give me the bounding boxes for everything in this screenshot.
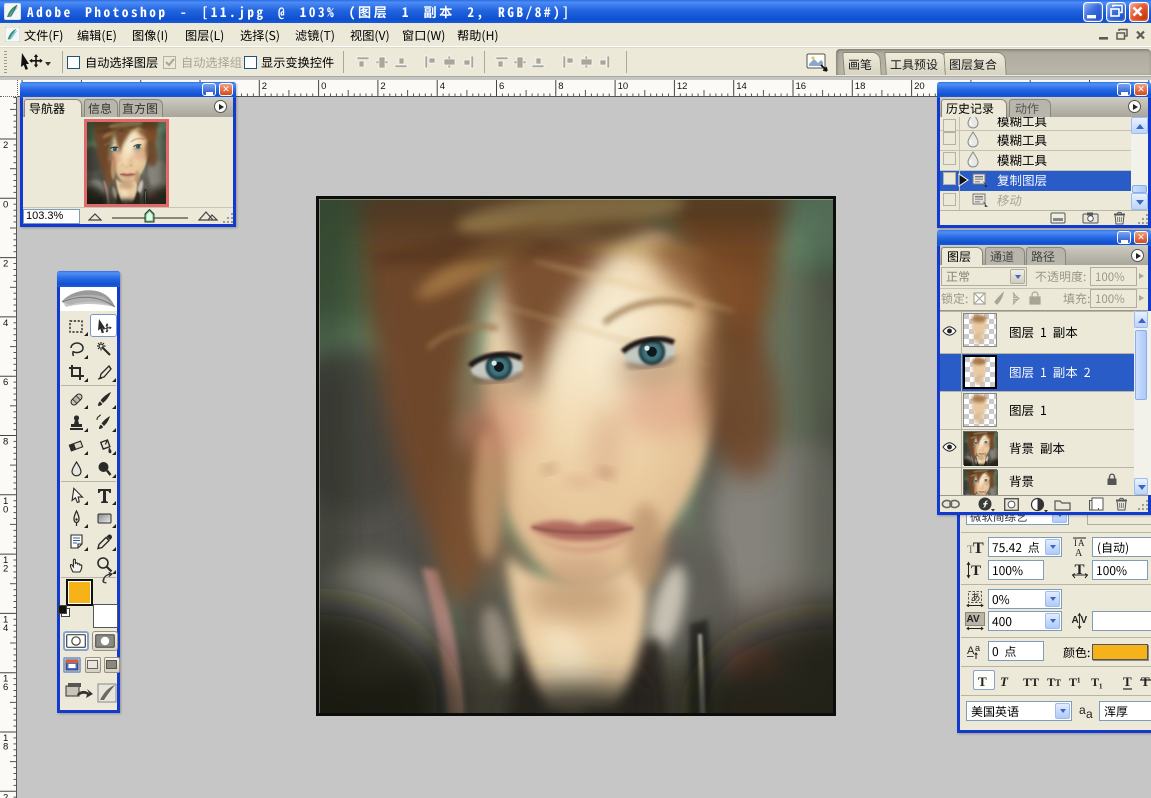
svg-text:20: 20 (914, 81, 925, 92)
svg-text:TT: TT (1047, 675, 1061, 689)
svg-text:4: 4 (3, 623, 8, 634)
svg-text:2: 2 (3, 140, 8, 151)
svg-text:6: 6 (499, 81, 504, 92)
svg-text:6: 6 (3, 377, 8, 388)
svg-text:4: 4 (440, 81, 445, 92)
svg-text:6: 6 (3, 682, 8, 693)
svg-text:I: I (1074, 538, 1077, 548)
svg-text:2: 2 (3, 792, 8, 798)
svg-text:AV: AV (967, 614, 980, 625)
svg-text:T: T (973, 540, 984, 554)
svg-text:14: 14 (736, 81, 747, 92)
svg-text:4: 4 (3, 318, 8, 329)
svg-text:T: T (1075, 562, 1085, 578)
svg-text:12: 12 (677, 81, 688, 92)
svg-text:V: V (1081, 615, 1088, 626)
svg-text:2: 2 (3, 564, 8, 575)
svg-text:8: 8 (3, 437, 8, 448)
svg-text:T¹: T¹ (1069, 675, 1081, 689)
svg-text:8: 8 (3, 742, 8, 753)
svg-text:16: 16 (796, 81, 807, 92)
svg-text:a: a (1086, 707, 1093, 720)
svg-text:a: a (975, 643, 980, 653)
svg-text:a: a (1079, 703, 1086, 717)
svg-text:A: A (967, 645, 975, 657)
svg-text:T₁: T₁ (1091, 675, 1103, 689)
svg-text:T: T (978, 674, 987, 689)
svg-text:0: 0 (321, 81, 326, 92)
svg-text:10: 10 (618, 81, 629, 92)
svg-text:A: A (1072, 615, 1079, 626)
svg-text:T: T (1000, 674, 1009, 689)
svg-text:あ: あ (971, 592, 981, 604)
svg-text:T: T (1141, 674, 1150, 689)
svg-text:TT: TT (1023, 675, 1039, 689)
svg-text:8: 8 (558, 81, 563, 92)
svg-text:A: A (1078, 538, 1085, 548)
svg-text:0: 0 (3, 199, 8, 210)
svg-text:T: T (971, 563, 981, 579)
svg-text:2: 2 (262, 81, 267, 92)
svg-text:T: T (1123, 674, 1132, 689)
svg-text:2: 2 (380, 81, 385, 92)
svg-text:2: 2 (3, 259, 8, 270)
svg-text:A: A (1075, 548, 1083, 557)
svg-text:0: 0 (3, 504, 8, 515)
svg-text:18: 18 (855, 81, 866, 92)
